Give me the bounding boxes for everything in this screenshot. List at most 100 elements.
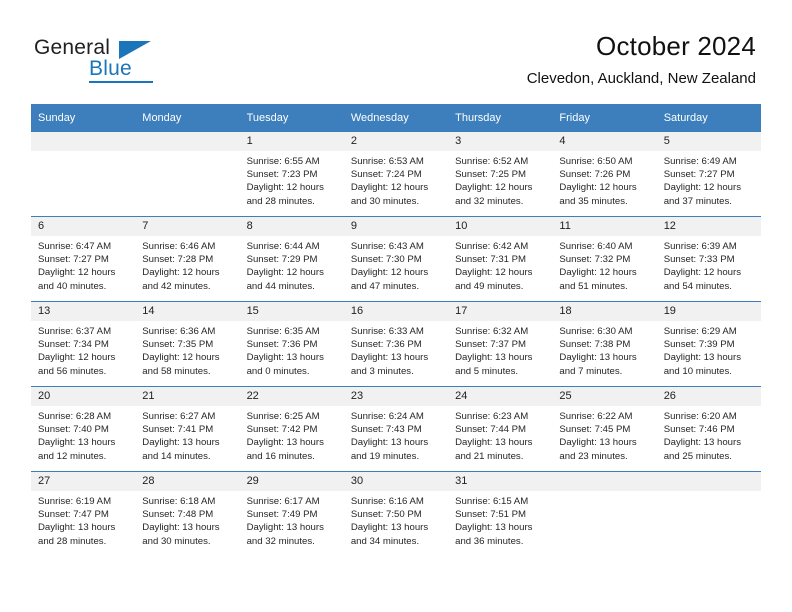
day-details: Sunrise: 6:52 AM Sunset: 7:25 PM Dayligh…: [448, 151, 552, 208]
day-cell[interactable]: 29 Sunrise: 6:17 AM Sunset: 7:49 PM Dayl…: [239, 471, 344, 556]
daylight-text-line1: Daylight: 13 hours: [350, 437, 429, 449]
day-cell[interactable]: 5 Sunrise: 6:49 AM Sunset: 7:27 PM Dayli…: [656, 132, 761, 217]
calendar-week-row: 13 Sunrise: 6:37 AM Sunset: 7:34 PM Dayl…: [31, 301, 761, 387]
sunset-text: Sunset: 7:24 PM: [350, 169, 422, 181]
daylight-text-line2: and 37 minutes.: [663, 195, 732, 207]
weekday-header-thursday: Thursday: [448, 104, 553, 132]
day-cell[interactable]: 3 Sunrise: 6:52 AM Sunset: 7:25 PM Dayli…: [448, 132, 553, 217]
day-number: 3: [448, 132, 553, 151]
day-number: 27: [31, 472, 136, 491]
sunrise-text: Sunrise: 6:52 AM: [455, 156, 529, 167]
day-cell[interactable]: 20 Sunrise: 6:28 AM Sunset: 7:40 PM Dayl…: [31, 386, 136, 472]
day-number: 26: [656, 387, 761, 406]
day-number: 28: [135, 472, 240, 491]
day-cell[interactable]: 31 Sunrise: 6:15 AM Sunset: 7:51 PM Dayl…: [448, 471, 553, 556]
sunrise-text: Sunrise: 6:55 AM: [246, 156, 320, 167]
weekday-header-tuesday: Tuesday: [239, 104, 344, 132]
sunrise-text: Sunrise: 6:28 AM: [38, 411, 112, 422]
sunset-text: Sunset: 7:45 PM: [559, 424, 631, 436]
day-cell[interactable]: 21 Sunrise: 6:27 AM Sunset: 7:41 PM Dayl…: [135, 386, 240, 472]
day-cell[interactable]: 16 Sunrise: 6:33 AM Sunset: 7:36 PM Dayl…: [343, 301, 449, 387]
day-cell[interactable]: 6 Sunrise: 6:47 AM Sunset: 7:27 PM Dayli…: [31, 216, 136, 302]
day-details: Sunrise: 6:22 AM Sunset: 7:45 PM Dayligh…: [552, 406, 656, 463]
day-cell[interactable]: 10 Sunrise: 6:42 AM Sunset: 7:31 PM Dayl…: [448, 216, 553, 302]
day-cell[interactable]: 30 Sunrise: 6:16 AM Sunset: 7:50 PM Dayl…: [343, 471, 449, 556]
sunrise-text: Sunrise: 6:15 AM: [455, 496, 529, 507]
sunset-text: Sunset: 7:25 PM: [455, 169, 527, 181]
daylight-text-line1: Daylight: 13 hours: [142, 437, 220, 449]
sunrise-text: Sunrise: 6:37 AM: [38, 326, 112, 337]
calendar-week-row: 20 Sunrise: 6:28 AM Sunset: 7:40 PM Dayl…: [31, 386, 761, 472]
daylight-text-line2: and 51 minutes.: [559, 280, 628, 292]
day-cell[interactable]: 26 Sunrise: 6:20 AM Sunset: 7:46 PM Dayl…: [656, 386, 761, 472]
calendar-body: 1 Sunrise: 6:55 AM Sunset: 7:23 PM Dayli…: [31, 132, 761, 556]
sunrise-text: Sunrise: 6:50 AM: [559, 156, 633, 167]
day-cell[interactable]: 13 Sunrise: 6:37 AM Sunset: 7:34 PM Dayl…: [31, 301, 136, 387]
logo-underline: [89, 81, 153, 83]
title-block: October 2024 Clevedon, Auckland, New Zea…: [527, 30, 756, 88]
day-cell[interactable]: [135, 132, 240, 217]
sunset-text: Sunset: 7:51 PM: [455, 509, 527, 521]
daylight-text-line1: Daylight: 12 hours: [455, 182, 533, 194]
day-cell[interactable]: 9 Sunrise: 6:43 AM Sunset: 7:30 PM Dayli…: [343, 216, 449, 302]
day-cell[interactable]: [31, 132, 136, 217]
day-number: 14: [135, 302, 240, 321]
sunset-text: Sunset: 7:42 PM: [246, 424, 318, 436]
day-cell[interactable]: 23 Sunrise: 6:24 AM Sunset: 7:43 PM Dayl…: [343, 386, 449, 472]
day-cell[interactable]: [656, 471, 761, 556]
day-cell[interactable]: 14 Sunrise: 6:36 AM Sunset: 7:35 PM Dayl…: [135, 301, 240, 387]
sunset-text: Sunset: 7:29 PM: [246, 254, 318, 266]
sunset-text: Sunset: 7:32 PM: [559, 254, 631, 266]
day-cell[interactable]: 17 Sunrise: 6:32 AM Sunset: 7:37 PM Dayl…: [448, 301, 553, 387]
day-cell[interactable]: 4 Sunrise: 6:50 AM Sunset: 7:26 PM Dayli…: [552, 132, 657, 217]
daylight-text-line2: and 30 minutes.: [350, 195, 420, 207]
day-cell[interactable]: 27 Sunrise: 6:19 AM Sunset: 7:47 PM Dayl…: [31, 471, 136, 556]
sunrise-text: Sunrise: 6:36 AM: [142, 326, 216, 337]
sunset-text: Sunset: 7:39 PM: [663, 339, 735, 351]
day-cell[interactable]: 18 Sunrise: 6:30 AM Sunset: 7:38 PM Dayl…: [552, 301, 657, 387]
day-details: Sunrise: 6:28 AM Sunset: 7:40 PM Dayligh…: [31, 406, 135, 463]
weekday-header-sunday: Sunday: [31, 104, 136, 132]
day-cell[interactable]: 22 Sunrise: 6:25 AM Sunset: 7:42 PM Dayl…: [239, 386, 344, 472]
day-cell[interactable]: 15 Sunrise: 6:35 AM Sunset: 7:36 PM Dayl…: [239, 301, 344, 387]
sunset-text: Sunset: 7:41 PM: [142, 424, 214, 436]
daylight-text-line1: Daylight: 13 hours: [38, 522, 116, 534]
sunrise-text: Sunrise: 6:22 AM: [559, 411, 633, 422]
day-number: 31: [448, 472, 553, 491]
day-cell[interactable]: 24 Sunrise: 6:23 AM Sunset: 7:44 PM Dayl…: [448, 386, 553, 472]
daylight-text-line2: and 49 minutes.: [455, 280, 524, 292]
day-cell[interactable]: 8 Sunrise: 6:44 AM Sunset: 7:29 PM Dayli…: [239, 216, 344, 302]
day-details: Sunrise: 6:47 AM Sunset: 7:27 PM Dayligh…: [31, 236, 135, 293]
day-cell[interactable]: [552, 471, 657, 556]
sunrise-text: Sunrise: 6:19 AM: [38, 496, 112, 507]
sunrise-text: Sunrise: 6:29 AM: [663, 326, 737, 337]
day-cell[interactable]: 25 Sunrise: 6:22 AM Sunset: 7:45 PM Dayl…: [552, 386, 657, 472]
day-cell[interactable]: 7 Sunrise: 6:46 AM Sunset: 7:28 PM Dayli…: [135, 216, 240, 302]
day-cell[interactable]: 1 Sunrise: 6:55 AM Sunset: 7:23 PM Dayli…: [239, 132, 344, 217]
sunrise-text: Sunrise: 6:18 AM: [142, 496, 216, 507]
day-cell[interactable]: 2 Sunrise: 6:53 AM Sunset: 7:24 PM Dayli…: [343, 132, 449, 217]
day-details: Sunrise: 6:32 AM Sunset: 7:37 PM Dayligh…: [448, 321, 552, 378]
day-cell[interactable]: 11 Sunrise: 6:40 AM Sunset: 7:32 PM Dayl…: [552, 216, 657, 302]
daylight-text-line1: Daylight: 13 hours: [38, 437, 116, 449]
sunset-text: Sunset: 7:50 PM: [350, 509, 422, 521]
day-number: 17: [448, 302, 553, 321]
daylight-text-line2: and 21 minutes.: [455, 450, 524, 462]
daylight-text-line2: and 34 minutes.: [350, 535, 420, 547]
daylight-text-line2: and 44 minutes.: [246, 280, 315, 292]
daylight-text-line1: Daylight: 12 hours: [663, 182, 742, 194]
day-cell[interactable]: 12 Sunrise: 6:39 AM Sunset: 7:33 PM Dayl…: [656, 216, 761, 302]
daylight-text-line1: Daylight: 13 hours: [455, 437, 533, 449]
day-details: Sunrise: 6:43 AM Sunset: 7:30 PM Dayligh…: [344, 236, 448, 293]
day-number: 2: [343, 132, 449, 151]
day-cell[interactable]: 19 Sunrise: 6:29 AM Sunset: 7:39 PM Dayl…: [656, 301, 761, 387]
day-details: Sunrise: 6:36 AM Sunset: 7:35 PM Dayligh…: [135, 321, 239, 378]
day-number: 10: [448, 217, 553, 236]
sunset-text: Sunset: 7:46 PM: [663, 424, 735, 436]
daylight-text-line2: and 30 minutes.: [142, 535, 211, 547]
daylight-text-line1: Daylight: 13 hours: [350, 522, 429, 534]
day-cell[interactable]: 28 Sunrise: 6:18 AM Sunset: 7:48 PM Dayl…: [135, 471, 240, 556]
day-number: 19: [656, 302, 761, 321]
sunrise-text: Sunrise: 6:33 AM: [350, 326, 424, 337]
day-details: Sunrise: 6:16 AM Sunset: 7:50 PM Dayligh…: [344, 491, 448, 548]
